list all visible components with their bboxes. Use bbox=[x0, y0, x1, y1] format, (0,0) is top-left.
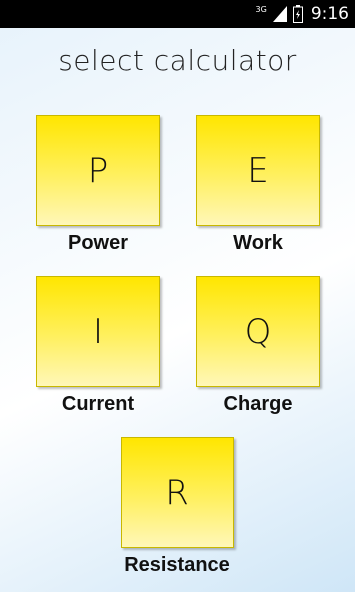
power-label: Power bbox=[67, 232, 129, 254]
page-title: select calculator bbox=[58, 44, 297, 77]
clock: 9:16 bbox=[310, 4, 349, 24]
current-symbol: I bbox=[92, 311, 104, 352]
signal-icon bbox=[272, 6, 287, 22]
power-tile[interactable]: P bbox=[36, 115, 160, 226]
work-tile[interactable]: E bbox=[196, 115, 320, 226]
charge-calculator[interactable]: Q Charge bbox=[193, 276, 323, 416]
current-tile[interactable]: I bbox=[36, 276, 160, 387]
resistance-label: Resistance bbox=[124, 554, 230, 576]
battery-icon bbox=[292, 5, 303, 23]
resistance-symbol: R bbox=[165, 472, 189, 513]
work-label: Work bbox=[233, 232, 283, 254]
charge-label: Charge bbox=[223, 393, 293, 415]
current-label: Current bbox=[61, 393, 135, 415]
status-bar: 3G 9:16 bbox=[0, 0, 355, 28]
work-symbol: E bbox=[247, 150, 269, 191]
charge-tile[interactable]: Q bbox=[196, 276, 320, 387]
resistance-tile[interactable]: R bbox=[120, 437, 234, 548]
work-calculator[interactable]: E Work bbox=[193, 115, 323, 255]
resistance-calculator[interactable]: R Resistance bbox=[112, 437, 242, 577]
status-icons: 3G 9:16 bbox=[256, 0, 349, 28]
current-calculator[interactable]: I Current bbox=[33, 276, 163, 416]
power-symbol: P bbox=[87, 150, 109, 191]
power-calculator[interactable]: P Power bbox=[33, 115, 163, 255]
charge-symbol: Q bbox=[244, 311, 272, 352]
network-type: 3G bbox=[255, 4, 267, 14]
